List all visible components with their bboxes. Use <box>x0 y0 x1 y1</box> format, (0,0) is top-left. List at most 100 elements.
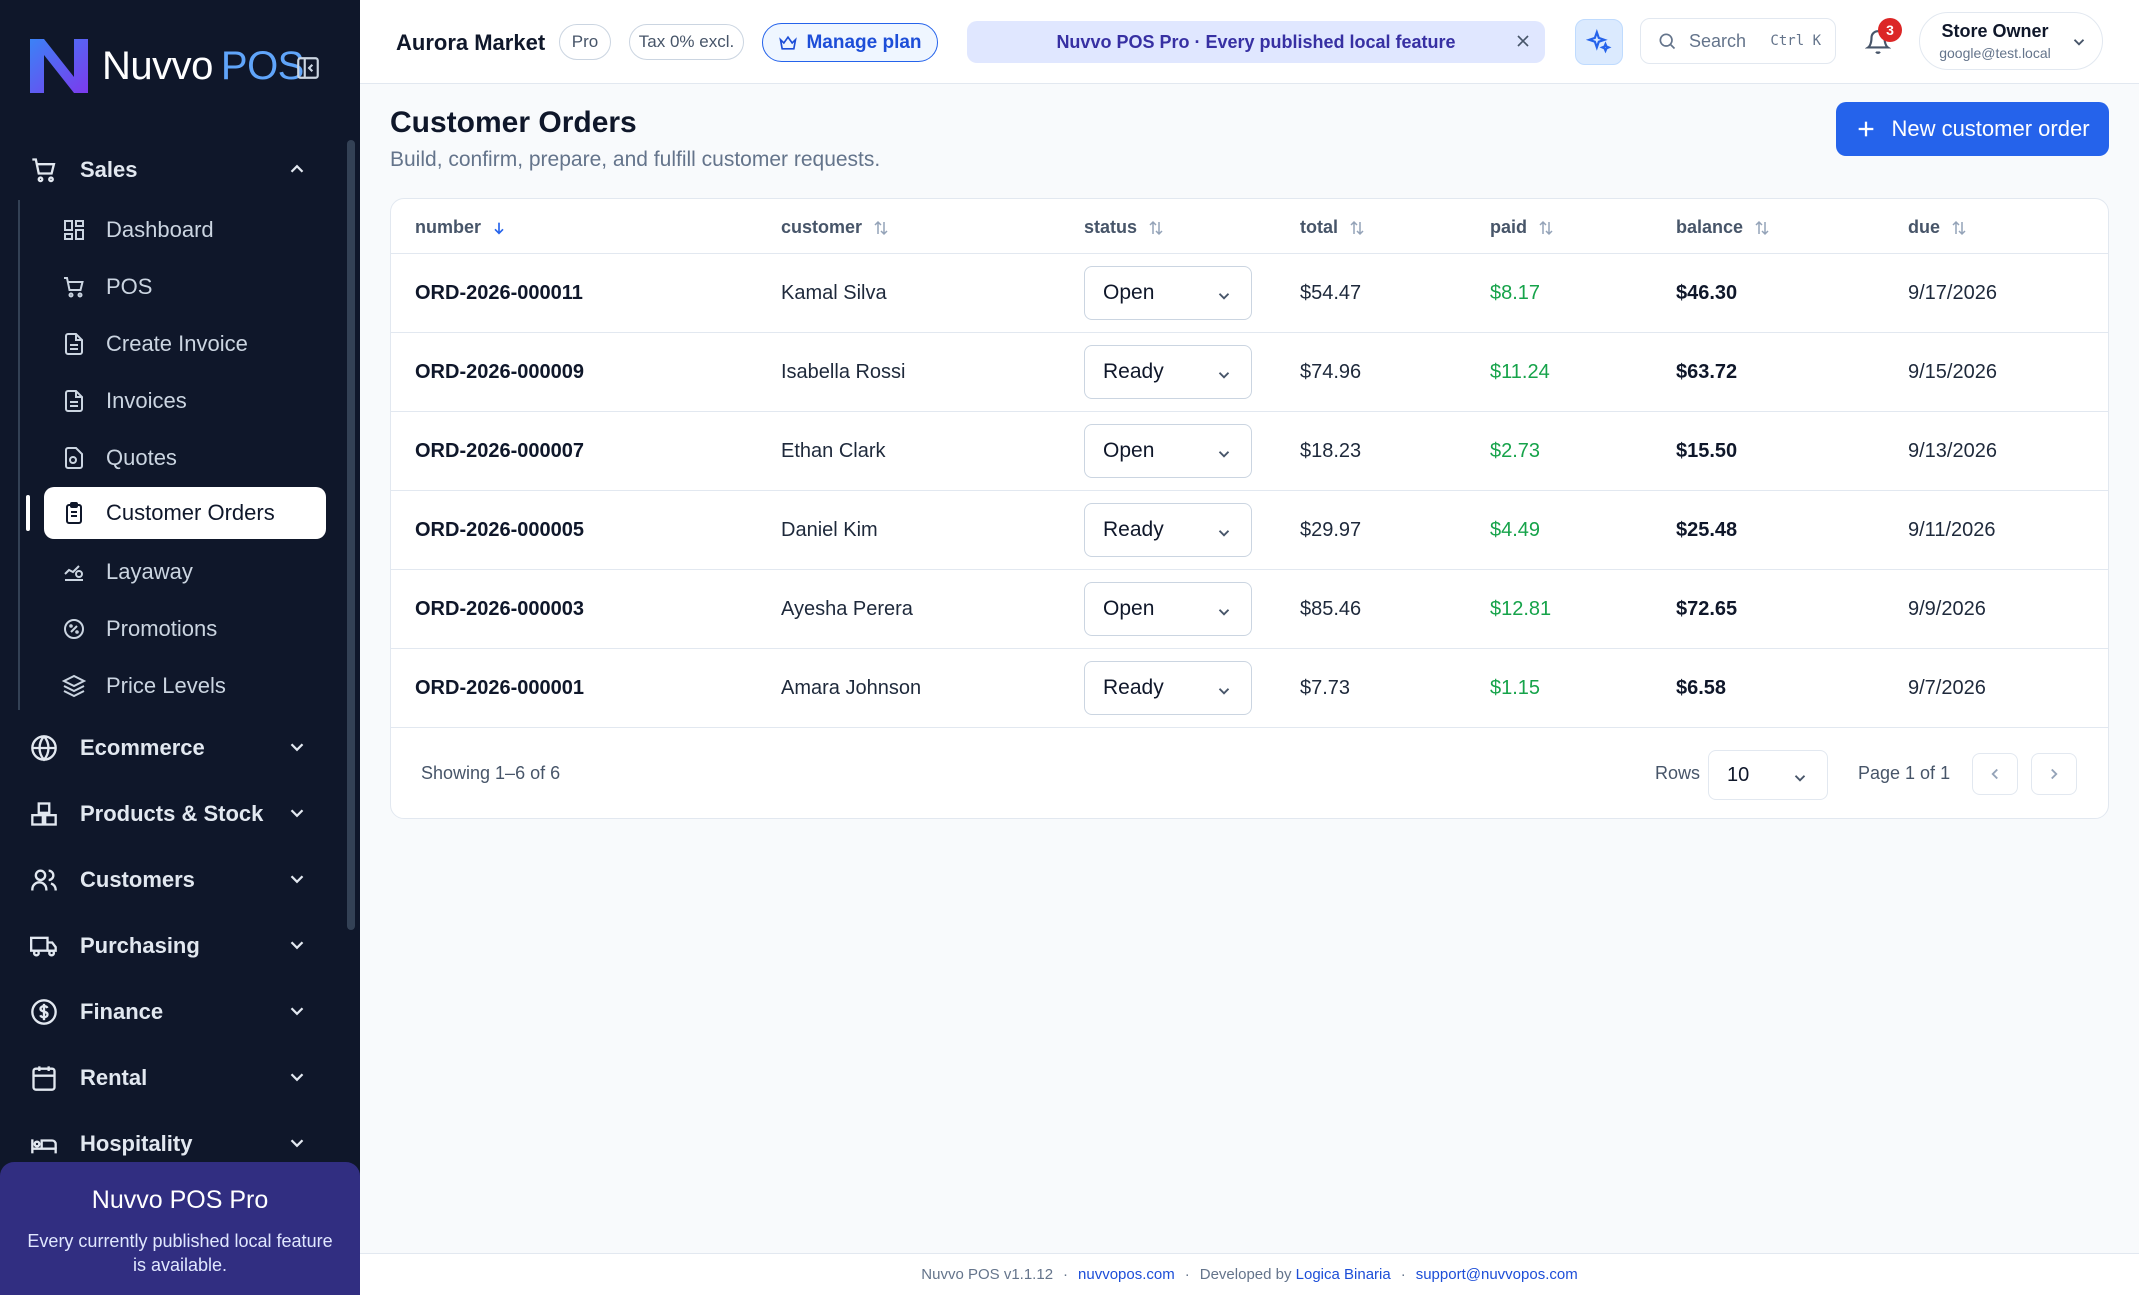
order-total: $54.47 <box>1300 282 1362 304</box>
sidebar-item-create-invoice[interactable]: Create Invoice <box>44 318 326 370</box>
plan-banner-text: Nuvvo POS Pro · Every published local fe… <box>1056 31 1456 52</box>
user-email: google@test.local <box>1939 45 2051 61</box>
sidebar: Nuvvo POS Sales Dashboard POS Create Invo… <box>0 0 360 1295</box>
layaway-icon <box>62 559 88 585</box>
previous-page-button[interactable] <box>1972 753 2018 795</box>
nav-group-ecommerce[interactable]: Ecommerce <box>30 728 320 768</box>
order-customer: Ayesha Perera <box>781 598 913 620</box>
sidebar-item-quotes[interactable]: Quotes <box>44 432 326 484</box>
chevron-left-icon <box>1991 768 1998 780</box>
users-icon <box>30 865 60 895</box>
nav-group-label: Products & Stock <box>80 801 264 826</box>
column-header-customer[interactable]: customer <box>781 217 890 238</box>
order-due: 9/11/2026 <box>1908 519 1996 541</box>
order-customer: Isabella Rossi <box>781 361 906 383</box>
column-header-total[interactable]: total <box>1300 217 1366 238</box>
sort-icon <box>1149 220 1163 235</box>
chevron-down-icon <box>1218 372 1230 379</box>
crown-icon <box>779 35 798 50</box>
badge-percent-icon <box>62 616 88 642</box>
sidebar-item-pos[interactable]: POS <box>44 261 326 313</box>
status-select[interactable]: Open <box>1084 582 1252 636</box>
status-select[interactable]: Ready <box>1084 345 1252 399</box>
column-header-paid[interactable]: paid <box>1490 217 1555 238</box>
nav-group-finance[interactable]: Finance <box>30 992 320 1032</box>
column-label: total <box>1300 217 1338 237</box>
order-due: 9/7/2026 <box>1908 677 1986 699</box>
nav-group-label: Purchasing <box>80 933 200 958</box>
order-number[interactable]: ORD-2026-000007 <box>415 440 584 463</box>
sidebar-item-dashboard[interactable]: Dashboard <box>44 204 326 256</box>
search-input[interactable]: Search Ctrl K <box>1640 18 1836 64</box>
order-number[interactable]: ORD-2026-000001 <box>415 677 584 700</box>
sidebar-scrollbar[interactable] <box>347 140 355 930</box>
rows-per-page-select[interactable]: 10 <box>1708 750 1828 800</box>
collapse-sidebar-button[interactable] <box>292 52 324 84</box>
website-link[interactable]: nuvvopos.com <box>1078 1266 1175 1283</box>
cart-icon <box>30 155 60 185</box>
sidebar-item-customer-orders[interactable]: Customer Orders <box>44 487 326 539</box>
order-due: 9/13/2026 <box>1908 440 1997 462</box>
sidebar-item-label: Price Levels <box>106 673 226 698</box>
status-select[interactable]: Open <box>1084 266 1252 320</box>
column-header-status[interactable]: status <box>1084 217 1165 238</box>
status-select[interactable]: Open <box>1084 424 1252 478</box>
nav-group-purchasing[interactable]: Purchasing <box>30 926 320 966</box>
sparkles-icon <box>1586 29 1612 54</box>
order-number[interactable]: ORD-2026-000009 <box>415 361 584 384</box>
order-paid: $8.17 <box>1490 282 1541 304</box>
sidebar-item-promotions[interactable]: Promotions <box>44 603 326 655</box>
column-label: customer <box>781 217 863 237</box>
sidebar-item-layaway[interactable]: Layaway <box>44 546 326 598</box>
new-customer-order-button[interactable]: New customer order <box>1836 102 2109 156</box>
column-header-due[interactable]: due <box>1908 217 1968 238</box>
table-row[interactable]: ORD-2026-000001 Amara Johnson Ready $7.7… <box>391 649 2108 728</box>
support-email-link[interactable]: support@nuvvopos.com <box>1416 1266 1578 1283</box>
manage-plan-button[interactable]: Manage plan <box>762 23 938 62</box>
brand-logo[interactable]: Nuvvo POS <box>26 32 304 100</box>
order-paid: $11.24 <box>1490 361 1550 383</box>
table-row[interactable]: ORD-2026-000005 Daniel Kim Ready $29.97 … <box>391 491 2108 570</box>
status-value: Ready <box>1103 518 1164 541</box>
nav-group-products-stock[interactable]: Products & Stock <box>30 794 320 834</box>
sidebar-item-label: Invoices <box>106 388 187 413</box>
column-header-number[interactable]: number <box>415 217 507 238</box>
developer-link[interactable]: Logica Binaria <box>1296 1266 1391 1283</box>
order-paid: $12.81 <box>1490 598 1552 620</box>
sidebar-item-label: Create Invoice <box>106 331 248 356</box>
brand-name: Nuvvo POS <box>102 43 304 88</box>
active-indicator <box>26 495 30 531</box>
order-number[interactable]: ORD-2026-000011 <box>415 282 583 305</box>
nav-group-label: Rental <box>80 1065 148 1090</box>
table-row[interactable]: ORD-2026-000011 Kamal Silva Open $54.47 … <box>391 254 2108 333</box>
sidebar-item-label: Quotes <box>106 445 177 470</box>
status-select[interactable]: Ready <box>1084 503 1252 557</box>
user-menu[interactable]: Store Owner google@test.local <box>1919 12 2103 70</box>
status-value: Ready <box>1103 676 1164 699</box>
ai-assistant-button[interactable] <box>1575 19 1623 65</box>
sidebar-item-price-levels[interactable]: Price Levels <box>44 660 326 712</box>
next-page-button[interactable] <box>2031 753 2077 795</box>
table-row[interactable]: ORD-2026-000009 Isabella Rossi Ready $74… <box>391 333 2108 412</box>
close-icon[interactable] <box>1513 31 1533 56</box>
status-select[interactable]: Ready <box>1084 661 1252 715</box>
nav-group-rental[interactable]: Rental <box>30 1058 320 1098</box>
sidebar-item-invoices[interactable]: Invoices <box>44 375 326 427</box>
bed-icon <box>30 1129 60 1159</box>
rows-label: Rows <box>1655 763 1701 783</box>
order-number[interactable]: ORD-2026-000005 <box>415 519 584 542</box>
nav-group-label: Sales <box>80 157 138 182</box>
nav-group-sales[interactable]: Sales <box>30 150 320 190</box>
nav-group-hospitality[interactable]: Hospitality <box>30 1124 320 1164</box>
table-row[interactable]: ORD-2026-000003 Ayesha Perera Open $85.4… <box>391 570 2108 649</box>
table-row[interactable]: ORD-2026-000007 Ethan Clark Open $18.23 … <box>391 412 2108 491</box>
cart-icon <box>62 274 88 300</box>
user-name: Store Owner <box>1941 21 2049 41</box>
nav-group-label: Hospitality <box>80 1131 193 1156</box>
column-header-balance[interactable]: balance <box>1676 217 1771 238</box>
nav-group-label: Finance <box>80 999 164 1024</box>
status-value: Open <box>1103 439 1155 462</box>
new-customer-order-label: New customer order <box>1891 116 2090 141</box>
order-number[interactable]: ORD-2026-000003 <box>415 598 584 621</box>
nav-group-customers[interactable]: Customers <box>30 860 320 900</box>
